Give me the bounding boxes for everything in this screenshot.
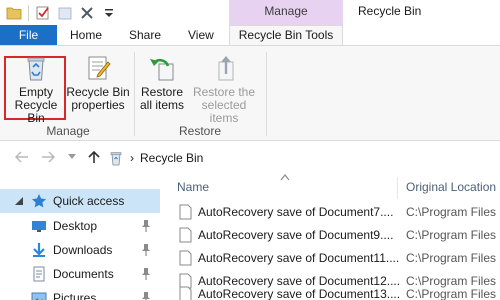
title-bar: Manage Recycle Bin (0, 0, 500, 25)
sidebar-item-label: Desktop (53, 219, 98, 233)
document-file-icon (179, 227, 192, 243)
pictures-icon (31, 292, 47, 300)
restore-selected-label-line2: selected items (201, 98, 247, 125)
navigation-pane: Quick access Desktop Downloads Documents… (0, 175, 160, 300)
sidebar-item-label: Downloads (53, 243, 113, 257)
sidebar-item-downloads[interactable]: Downloads (0, 238, 160, 262)
sidebar-item-label: Quick access (53, 194, 125, 208)
breadcrumb-location[interactable]: Recycle Bin (140, 151, 203, 165)
quick-access-toolbar (6, 4, 117, 22)
content-area: Quick access Desktop Downloads Documents… (0, 174, 500, 300)
recent-locations-dropdown-icon[interactable] (64, 149, 80, 165)
recycle-bin-small-icon (110, 152, 122, 166)
sidebar-item-quick-access[interactable]: Quick access (0, 189, 160, 213)
sidebar-item-documents[interactable]: Documents (0, 262, 160, 286)
back-arrow-icon[interactable] (14, 149, 30, 165)
new-folder-icon[interactable] (57, 5, 73, 21)
sidebar-item-label: Pictures (53, 291, 97, 300)
restore-all-label-line2: all items (139, 98, 184, 112)
download-icon (33, 243, 45, 257)
sidebar-item-pictures[interactable]: Pictures (0, 286, 160, 300)
file-location: C:\Program Files ( (406, 251, 500, 265)
properties-check-icon[interactable] (35, 5, 51, 21)
group-divider (134, 52, 135, 136)
file-location: C:\Program Files ( (406, 287, 500, 300)
document-file-icon (179, 250, 192, 266)
tab-home[interactable]: Home (70, 25, 102, 45)
toolbar-divider (28, 5, 29, 21)
group-label-manage: Manage (46, 124, 90, 138)
empty-label-line2: Recycle Bin (14, 98, 58, 125)
expand-arrow-icon[interactable] (14, 196, 24, 206)
properties-icon (88, 56, 111, 80)
up-arrow-icon[interactable] (86, 149, 102, 165)
file-row[interactable]: AutoRecovery save of Document13.... C:\P… (165, 283, 500, 300)
delete-x-icon[interactable] (79, 5, 95, 21)
sort-ascending-icon (280, 174, 290, 181)
star-icon (32, 194, 46, 208)
group-label-restore: Restore (178, 124, 222, 138)
file-name: AutoRecovery save of Document9.... (198, 228, 394, 242)
navigation-bar: › Recycle Bin (0, 141, 500, 175)
documents-icon (33, 266, 45, 282)
pin-icon[interactable] (140, 243, 152, 257)
manage-context-tab[interactable]: Manage (229, 0, 343, 25)
column-header-original-location[interactable]: Original Location (406, 180, 496, 194)
group-divider (266, 52, 267, 136)
restore-selected-icon (218, 56, 234, 81)
breadcrumb-separator[interactable]: › (130, 151, 134, 165)
tab-file[interactable]: File (0, 25, 57, 45)
tab-view[interactable]: View (188, 25, 214, 45)
document-file-icon (179, 286, 192, 300)
forward-arrow-icon[interactable] (40, 149, 56, 165)
file-name: AutoRecovery save of Document11.... (198, 251, 400, 265)
desktop-icon (32, 221, 46, 232)
properties-label-line2: properties (71, 98, 125, 112)
address-bar[interactable]: › Recycle Bin (108, 147, 500, 169)
sidebar-item-label: Documents (53, 267, 114, 281)
file-name: AutoRecovery save of Document13.... (198, 287, 401, 300)
recycle-bin-icon (27, 57, 45, 81)
customize-dropdown-icon[interactable] (101, 5, 117, 21)
restore-selected-items-button[interactable]: Restore the selected items (186, 52, 262, 125)
pin-icon[interactable] (140, 291, 152, 300)
pin-icon[interactable] (140, 267, 152, 281)
sidebar-item-desktop[interactable]: Desktop (0, 214, 160, 238)
ribbon-panel: Empty Recycle Bin Recycle Bin properties… (0, 45, 500, 141)
empty-recycle-bin-button[interactable]: Empty Recycle Bin (6, 52, 66, 125)
document-file-icon (179, 204, 192, 220)
folder-icon[interactable] (6, 5, 22, 21)
file-location: C:\Program Files ( (406, 205, 500, 219)
pin-icon[interactable] (140, 219, 152, 233)
column-divider[interactable] (397, 177, 398, 199)
tab-share[interactable]: Share (129, 25, 161, 45)
file-list: Name Original Location AutoRecovery save… (165, 174, 500, 300)
file-row[interactable]: AutoRecovery save of Document11.... C:\P… (165, 247, 500, 269)
restore-all-items-button[interactable]: Restore all items (138, 52, 186, 112)
file-row[interactable]: AutoRecovery save of Document7.... C:\Pr… (165, 201, 500, 223)
tab-recycle-bin-tools[interactable]: Recycle Bin Tools (229, 25, 343, 46)
file-row[interactable]: AutoRecovery save of Document9.... C:\Pr… (165, 224, 500, 246)
column-header-name[interactable]: Name (177, 180, 209, 194)
restore-all-icon (150, 58, 174, 81)
ribbon-tabs: File Home Share View Recycle Bin Tools (0, 25, 500, 46)
file-location: C:\Program Files ( (406, 228, 500, 242)
recycle-bin-properties-button[interactable]: Recycle Bin properties (66, 52, 130, 112)
file-name: AutoRecovery save of Document7.... (198, 205, 394, 219)
window-title: Recycle Bin (358, 4, 422, 18)
